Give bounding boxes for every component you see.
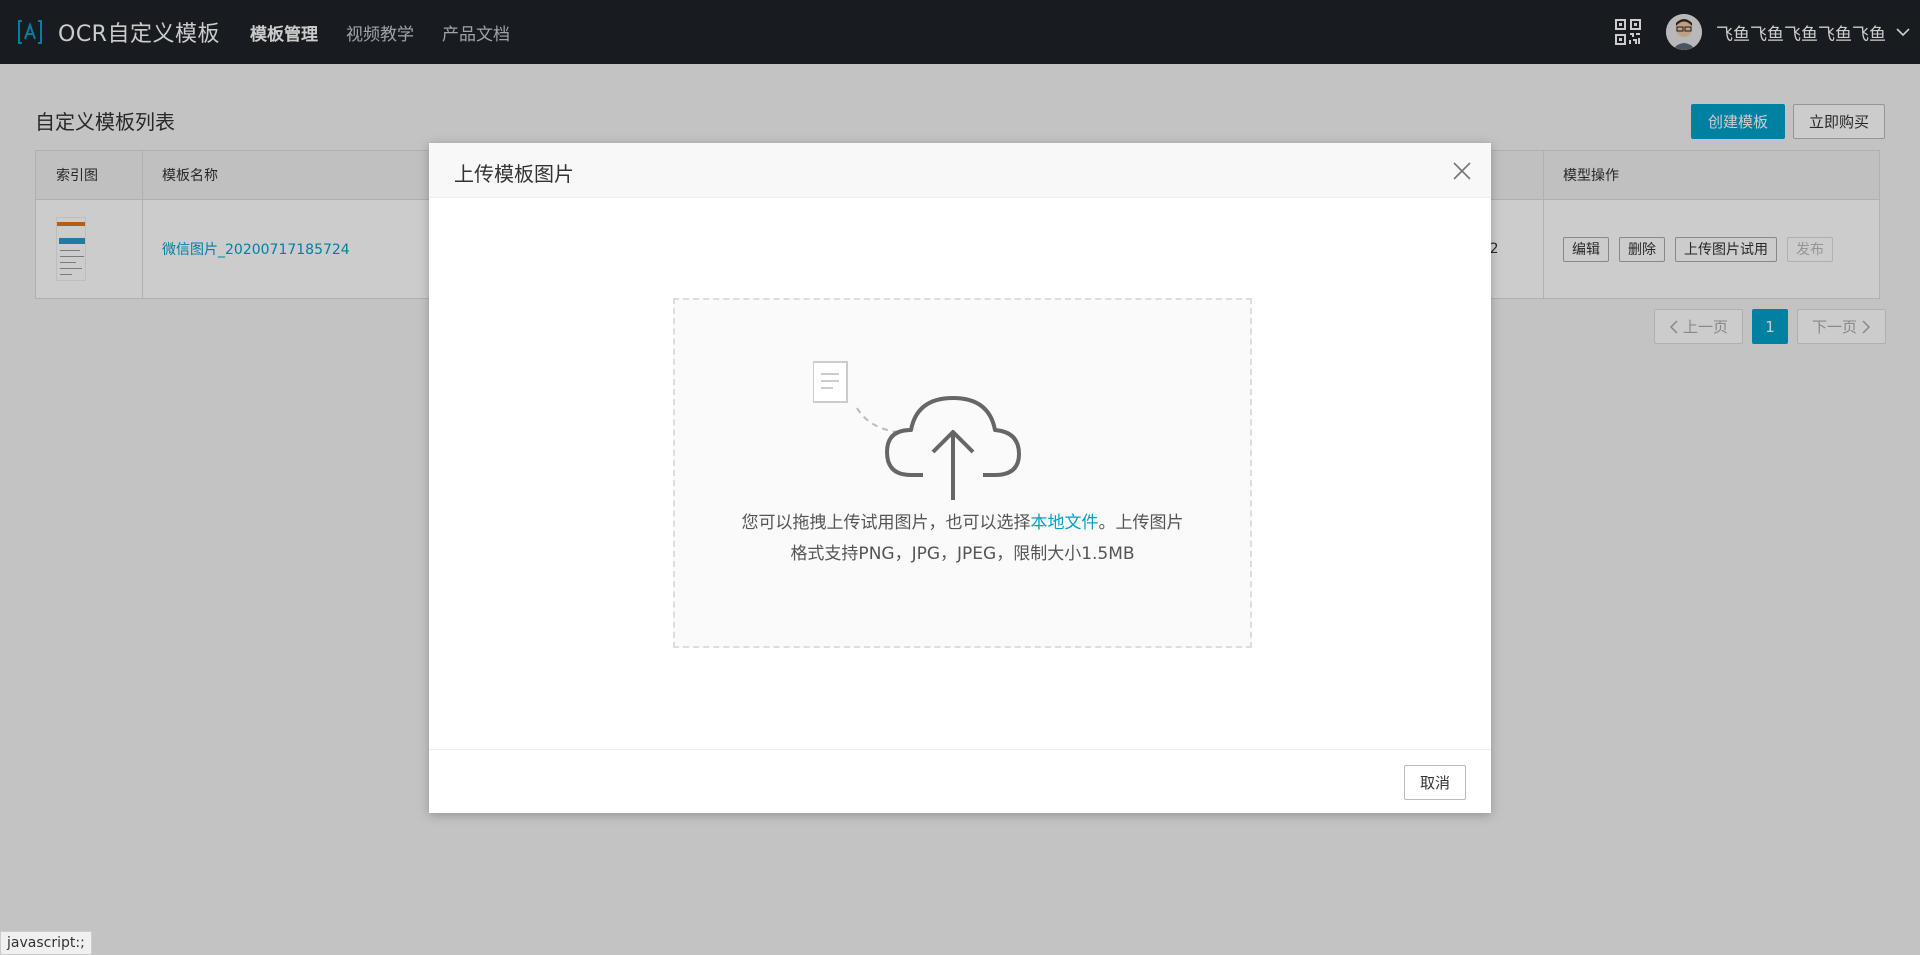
browser-status-bar: javascript:; bbox=[0, 931, 92, 955]
dropzone-instructions: 您可以拖拽上传试用图片，也可以选择本地文件。上传图片 格式支持PNG，JPG，J… bbox=[675, 508, 1250, 570]
close-icon[interactable] bbox=[1451, 160, 1473, 182]
dropzone-text-after: 。上传图片 bbox=[1098, 513, 1184, 533]
dropzone-text-before: 您可以拖拽上传试用图片，也可以选择 bbox=[741, 513, 1031, 533]
cancel-button[interactable]: 取消 bbox=[1403, 765, 1466, 800]
local-file-link[interactable]: 本地文件 bbox=[1031, 513, 1099, 533]
upload-dropzone[interactable]: 您可以拖拽上传试用图片，也可以选择本地文件。上传图片 格式支持PNG，JPG，J… bbox=[673, 298, 1252, 648]
dropzone-line-2: 格式支持PNG，JPG，JPEG，限制大小1.5MB bbox=[790, 544, 1135, 564]
dropzone-line-1: 您可以拖拽上传试用图片，也可以选择本地文件。上传图片 bbox=[675, 508, 1250, 539]
dialog-title: 上传模板图片 bbox=[454, 162, 574, 186]
dialog-header: 上传模板图片 bbox=[429, 143, 1491, 198]
cloud-upload-icon bbox=[813, 361, 1021, 500]
dialog-footer: 取消 bbox=[429, 749, 1491, 813]
upload-template-dialog: 上传模板图片 您可以拖拽上传试用图片，也可以选择本地文件。上传图片 格式支持PN… bbox=[429, 143, 1491, 813]
document-icon bbox=[813, 361, 848, 403]
